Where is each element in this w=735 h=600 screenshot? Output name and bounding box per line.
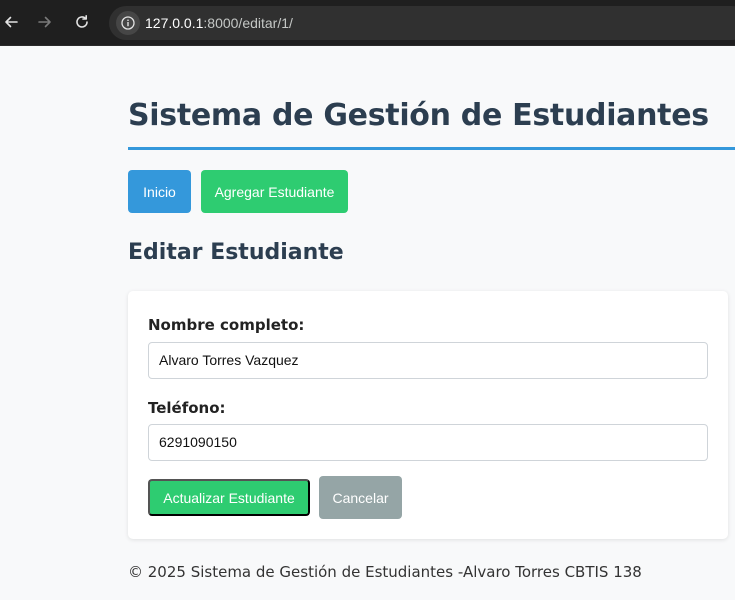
add-student-button[interactable]: Agregar Estudiante bbox=[201, 170, 348, 213]
site-info-icon[interactable] bbox=[116, 11, 140, 35]
main-nav: Inicio Agregar Estudiante bbox=[128, 170, 348, 213]
name-label: Nombre completo: bbox=[148, 316, 305, 334]
footer-text: © 2025 Sistema de Gestión de Estudiantes… bbox=[128, 563, 642, 581]
phone-label: Teléfono: bbox=[148, 399, 226, 417]
page-title: Sistema de Gestión de Estudiantes bbox=[128, 98, 709, 133]
address-bar[interactable]: 127.0.0.1:8000/editar/1/ bbox=[109, 6, 735, 40]
phone-input[interactable]: 6291090150 bbox=[148, 424, 708, 461]
browser-toolbar: 127.0.0.1:8000/editar/1/ bbox=[0, 0, 735, 46]
url-path: :8000/editar/1/ bbox=[203, 15, 293, 31]
cancel-button[interactable]: Cancelar bbox=[319, 476, 402, 519]
edit-student-form: Nombre completo: Alvaro Torres Vazquez T… bbox=[128, 291, 728, 539]
back-arrow-icon[interactable] bbox=[0, 9, 24, 35]
title-underline bbox=[128, 147, 735, 150]
toolbar-divider bbox=[0, 45, 735, 46]
name-input[interactable]: Alvaro Torres Vazquez bbox=[148, 342, 708, 379]
section-title: Editar Estudiante bbox=[128, 240, 344, 265]
forward-arrow-icon[interactable] bbox=[32, 9, 58, 35]
reload-icon[interactable] bbox=[69, 9, 95, 35]
home-button[interactable]: Inicio bbox=[128, 170, 191, 213]
update-student-button[interactable]: Actualizar Estudiante bbox=[148, 479, 310, 516]
url-host: 127.0.0.1 bbox=[145, 15, 204, 31]
url-text[interactable]: 127.0.0.1:8000/editar/1/ bbox=[145, 15, 293, 31]
